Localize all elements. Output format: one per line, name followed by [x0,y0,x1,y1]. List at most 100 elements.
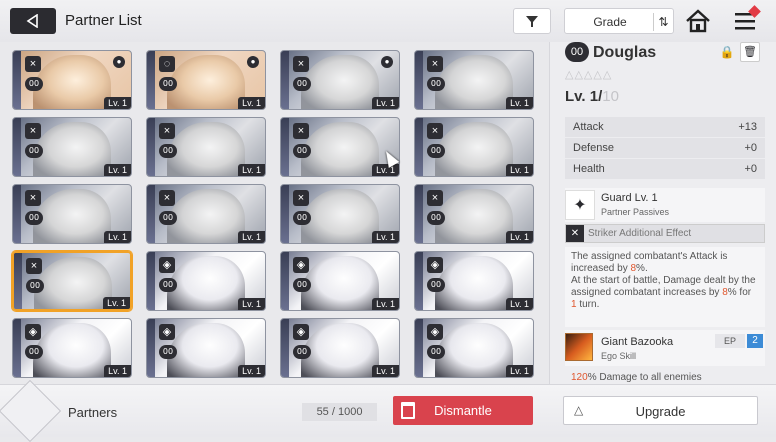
rank-badge: 00 [427,345,445,359]
partner-card[interactable]: × 00 Lv. 1 [12,184,132,244]
partner-card[interactable]: × 00 ● Lv. 1 [280,50,400,110]
partner-portrait [167,55,245,109]
type-icon: × [159,190,175,206]
sort-order-icon[interactable]: ⇅ [653,13,673,31]
partner-card[interactable]: × 00 Lv. 1 [146,184,266,244]
card-strip [13,51,21,109]
partner-card[interactable]: ◈ 00 Lv. 1 [280,251,400,311]
stat-label: Health [573,163,605,175]
card-strip [13,118,21,176]
stat-value: +0 [744,163,757,175]
partner-card[interactable]: × 00 Lv. 1 [280,117,400,177]
partner-portrait [301,256,379,310]
partner-portrait [167,122,245,176]
partner-card[interactable]: ◈ 00 Lv. 1 [146,251,266,311]
card-strip [281,319,289,377]
partner-card[interactable]: × 00 Lv. 1 [414,184,534,244]
sort-dropdown[interactable]: Grade ⇅ [564,8,674,34]
ep-label: EP [715,334,745,348]
partner-card[interactable]: × 00 Lv. 1 [146,117,266,177]
striker-effect-header: ✕ Striker Additional Effect [565,224,765,243]
card-strip [281,118,289,176]
upgrade-label: Upgrade [635,404,686,419]
trash-icon[interactable]: 🗑 [740,42,760,62]
back-button[interactable] [10,8,56,34]
filter-icon [526,16,538,27]
striker-icon: ✕ [566,225,584,242]
partner-name: Douglas [593,44,657,61]
partner-portrait [301,189,379,243]
partner-card[interactable]: × 00 Lv. 1 [12,251,132,311]
dismantle-button[interactable]: Dismantle [393,396,533,425]
ego-desc-text: % Damage to all enemies [587,372,702,383]
passive-skill[interactable]: ✦ Guard Lv. 1 Partner Passives [565,188,765,222]
rank-badge: 00 [159,211,177,225]
desc-text: % for [727,287,752,298]
rank-badge: 00 [293,144,311,158]
desc-text: turn. [576,299,600,310]
partner-portrait [301,323,379,377]
ego-skill[interactable]: Giant Bazooka Ego Skill EP 2 [565,330,765,366]
type-icon: × [427,190,443,206]
type-icon: × [26,258,42,274]
type-icon: ◈ [159,257,175,273]
stats-table: Attack +13 Defense +0 Health +0 [565,117,765,180]
partner-card[interactable]: × 00 Lv. 1 [280,184,400,244]
card-strip [281,51,289,109]
card-level: Lv. 1 [506,97,533,109]
card-level: Lv. 1 [506,365,533,377]
card-strip [281,185,289,243]
ep-value: 2 [747,334,763,348]
partner-portrait [167,256,245,310]
passive-name: Guard Lv. 1 [601,192,658,204]
star-rating: △△△△△ [565,69,613,81]
filter-button[interactable] [513,8,551,34]
partner-card[interactable]: ◈ 00 Lv. 1 [414,318,534,378]
card-strip [14,253,22,309]
partner-card[interactable]: × 00 Lv. 1 [414,50,534,110]
type-icon: × [25,190,41,206]
type-icon: × [293,56,309,72]
stat-row: Attack +13 [565,117,765,138]
card-level: Lv. 1 [238,97,265,109]
partner-card[interactable]: ◈ 00 Lv. 1 [280,318,400,378]
type-icon: ◈ [293,257,309,273]
card-level: Lv. 1 [372,97,399,109]
rank-badge: 00 [427,144,445,158]
card-level: Lv. 1 [238,365,265,377]
card-level: Lv. 1 [506,231,533,243]
type-icon: ◈ [427,257,443,273]
stat-label: Attack [573,121,604,133]
rank-badge: 00 [293,211,311,225]
partner-card[interactable]: × 00 Lv. 1 [12,117,132,177]
partner-card[interactable]: ◈ 00 Lv. 1 [146,318,266,378]
rank-badge: 00 [25,77,43,91]
rank-badge: 00 [25,345,43,359]
type-icon: × [25,123,41,139]
striker-label: Striker Additional Effect [588,228,692,239]
rank-badge: 00 [427,211,445,225]
upgrade-button[interactable]: △ Upgrade [563,396,758,425]
card-level: Lv. 1 [372,365,399,377]
partner-card[interactable]: ◈ 00 Lv. 1 [12,318,132,378]
passive-description: The assigned combatant's Attack is incre… [565,247,765,327]
card-strip [147,319,155,377]
partner-card[interactable]: × 00 Lv. 1 [414,117,534,177]
partner-card[interactable]: ◌ 00 ● Lv. 1 [146,50,266,110]
type-icon: ◈ [25,324,41,340]
type-icon: × [427,56,443,72]
partner-card[interactable]: ◈ 00 Lv. 1 [414,251,534,311]
partner-card[interactable]: × 00 ● Lv. 1 [12,50,132,110]
card-level: Lv. 1 [372,298,399,310]
card-level: Lv. 1 [104,164,131,176]
home-icon[interactable] [685,9,711,33]
card-strip [147,185,155,243]
partner-portrait [435,256,513,310]
type-icon: × [293,190,309,206]
rank-badge: 00 [293,345,311,359]
card-level: Lv. 1 [238,231,265,243]
rank-badge: 00 [427,77,445,91]
lock-icon[interactable]: 🔒 [717,42,737,62]
rank-badge: 00 [293,278,311,292]
top-bar: Partner List Grade ⇅ [0,0,776,42]
